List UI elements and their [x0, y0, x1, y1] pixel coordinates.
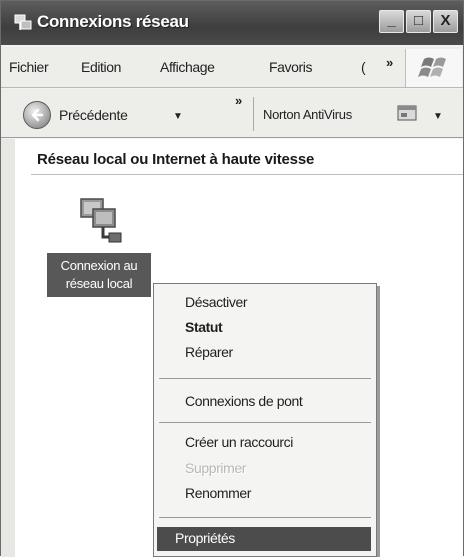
back-dropdown-icon[interactable]: ▼	[173, 111, 183, 122]
menu-affichage[interactable]: Affichage	[160, 59, 215, 75]
group-heading: Réseau local ou Internet à haute vitesse	[37, 151, 315, 168]
lan-connection-label[interactable]: Connexion au réseau local	[47, 253, 151, 297]
menu-truncated[interactable]: (	[361, 59, 366, 75]
lan-connection-label-line2: réseau local	[65, 276, 133, 291]
menu-bar: Fichier Edition Affichage Favoris ( »	[1, 47, 463, 88]
menu-favoris[interactable]: Favoris	[269, 59, 313, 75]
norton-dropdown-icon[interactable]: ▼	[433, 111, 443, 122]
context-menu-item-desactiver[interactable]: Désactiver	[185, 294, 248, 310]
back-arrow-icon[interactable]	[23, 101, 51, 129]
context-menu-item-reparer[interactable]: Réparer	[185, 344, 233, 360]
menu-fichier[interactable]: Fichier	[9, 59, 49, 75]
toolbar-separator	[253, 97, 254, 131]
close-button[interactable]: X	[433, 10, 458, 33]
group-divider	[31, 174, 463, 175]
network-connections-icon	[13, 13, 33, 33]
left-pane-edge	[1, 139, 16, 557]
window-title: Connexions réseau	[37, 12, 189, 31]
context-menu-item-renommer[interactable]: Renommer	[185, 485, 251, 501]
norton-antivirus-button[interactable]: Norton AntiVirus	[263, 107, 352, 122]
context-menu-separator	[159, 378, 371, 379]
windows-flag-icon	[405, 49, 462, 87]
lan-connection-icon[interactable]	[73, 193, 129, 249]
menu-edition[interactable]: Edition	[81, 59, 121, 75]
maximize-button[interactable]: □	[406, 10, 431, 33]
network-connections-window: Connexions réseau _ □ X Fichier Edition …	[0, 0, 464, 557]
title-bar[interactable]: Connexions réseau _ □ X	[1, 1, 463, 45]
menu-overflow-chevron[interactable]: »	[386, 55, 393, 70]
norton-antivirus-icon[interactable]	[397, 105, 419, 130]
context-menu-separator	[159, 422, 371, 423]
lan-connection-label-line1: Connexion au	[60, 258, 138, 273]
context-menu-item-creer-raccourci[interactable]: Créer un raccourci	[185, 434, 293, 450]
context-menu-item-supprimer: Supprimer	[185, 460, 246, 476]
context-menu-item-statut[interactable]: Statut	[185, 319, 223, 335]
minimize-button[interactable]: _	[379, 10, 404, 33]
back-button-label[interactable]: Précédente	[59, 107, 128, 123]
toolbar-overflow-chevron[interactable]: »	[235, 93, 242, 108]
context-menu-item-connexions-de-pont[interactable]: Connexions de pont	[185, 393, 303, 409]
context-menu-item-proprietes[interactable]: Propriétés	[175, 530, 235, 546]
context-menu-separator	[159, 517, 371, 518]
